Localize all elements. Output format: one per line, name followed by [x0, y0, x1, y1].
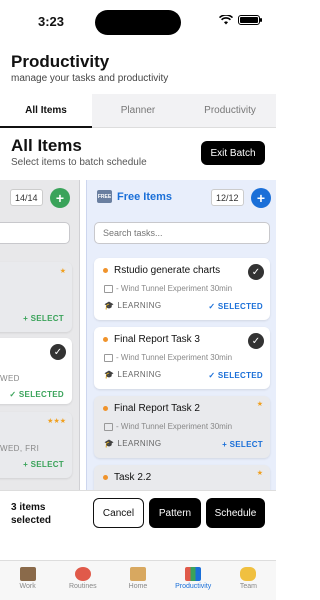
- house-icon: [130, 567, 146, 581]
- selected-status[interactable]: ✓ SELECTED: [9, 390, 64, 399]
- task-tag: 🎓 LEARNING: [104, 370, 161, 379]
- task-card[interactable]: Final Report Task 2 ★ - Wind Tunnel Expe…: [94, 396, 270, 458]
- task-detail: - Wind Tunnel Experiment 30min: [104, 284, 232, 293]
- task-detail: - Wind Tunnel Experiment 30min: [104, 353, 232, 362]
- bottom-tab-bar: Work Routines Home Productivity Team: [0, 560, 276, 600]
- tab-home[interactable]: Home: [110, 561, 165, 600]
- note-icon: [104, 353, 113, 362]
- left-card-2[interactable]: ✓ WED ✓ SELECTED: [0, 338, 72, 404]
- card-days: WED: [0, 374, 20, 383]
- schedule-button[interactable]: Schedule: [206, 498, 265, 528]
- priority-stars: ★: [256, 401, 263, 408]
- left-card-3[interactable]: ★★★ WED, FRI + SELECT: [0, 412, 72, 478]
- pattern-button[interactable]: Pattern: [149, 498, 201, 528]
- wifi-icon: [219, 15, 233, 25]
- left-card-1[interactable]: ★ + SELECT: [0, 262, 72, 332]
- section-subtitle: Select items to batch schedule: [11, 157, 147, 168]
- handshake-icon: [240, 567, 257, 581]
- cancel-button[interactable]: Cancel: [93, 498, 144, 528]
- checkmark-icon: ✓: [248, 264, 264, 280]
- tab-team[interactable]: Team: [221, 561, 276, 600]
- priority-stars: ★: [59, 268, 66, 275]
- priority-dot: [103, 337, 108, 342]
- briefcase-icon: [19, 567, 36, 581]
- task-tag: 🎓 LEARNING: [104, 439, 161, 448]
- checkmark-icon: ✓: [50, 344, 66, 360]
- free-add-button[interactable]: +: [251, 188, 271, 208]
- note-icon: [104, 284, 113, 293]
- left-count-badge: 14/14: [10, 189, 43, 206]
- page-subtitle: manage your tasks and productivity: [11, 73, 169, 84]
- task-card[interactable]: Task 2.2 ★: [94, 465, 270, 490]
- task-detail: - Wind Tunnel Experiment 30min: [104, 422, 232, 431]
- task-title: Task 2.2: [114, 472, 152, 483]
- bar-chart-icon: [185, 567, 202, 581]
- page-title: Productivity: [11, 52, 110, 71]
- section-title: All Items: [11, 136, 82, 155]
- battery-icon: [238, 15, 262, 25]
- left-add-button[interactable]: +: [50, 188, 70, 208]
- selected-status[interactable]: ✓ SELECTED: [208, 302, 263, 311]
- priority-dot: [103, 268, 108, 273]
- top-tabs: All Items Planner Productivity: [0, 94, 276, 128]
- search-input[interactable]: [94, 222, 270, 244]
- priority-stars: ★★★: [47, 418, 66, 425]
- priority-dot: [103, 475, 108, 480]
- task-tag-text: LEARNING: [117, 370, 162, 379]
- batch-action-bar: 3 items selected Cancel Pattern Schedule: [0, 490, 276, 542]
- task-title: Final Report Task 2: [114, 403, 200, 414]
- tab-label: Home: [128, 583, 148, 590]
- status-icons: [219, 15, 262, 25]
- graduation-cap-icon: 🎓: [104, 370, 115, 379]
- free-items-header: FREE Free Items 12/12 +: [87, 180, 276, 214]
- priority-dot: [103, 406, 108, 411]
- tab-productivity-nav[interactable]: Productivity: [166, 561, 221, 600]
- dynamic-island: [95, 10, 181, 35]
- free-items-title: Free Items: [117, 191, 173, 203]
- card-days: WED, FRI: [0, 444, 40, 453]
- left-search-input[interactable]: [0, 222, 70, 244]
- task-detail-text: - Wind Tunnel Experiment 30min: [116, 422, 233, 431]
- task-tag: 🎓 LEARNING: [104, 301, 161, 310]
- left-column-header: 14/14 +: [0, 180, 79, 214]
- select-status[interactable]: + SELECT: [23, 460, 64, 469]
- task-detail-text: - Wind Tunnel Experiment 30min: [116, 353, 233, 362]
- left-column: 14/14 + ★ + SELECT ✓ WED ✓ SELECTED ★★★ …: [0, 180, 80, 490]
- priority-stars: ★: [256, 470, 263, 477]
- tab-label: Productivity: [175, 583, 212, 590]
- status-bar: 3:23: [0, 0, 276, 44]
- selected-status[interactable]: ✓ SELECTED: [208, 371, 263, 380]
- graduation-cap-icon: 🎓: [104, 439, 115, 448]
- checkmark-icon: ✓: [248, 333, 264, 349]
- exit-batch-button[interactable]: Exit Batch: [201, 141, 265, 165]
- note-icon: [104, 422, 113, 431]
- free-count-badge: 12/12: [211, 189, 244, 206]
- task-title: Final Report Task 3: [114, 334, 200, 345]
- task-card[interactable]: Final Report Task 3 ✓ - Wind Tunnel Expe…: [94, 327, 270, 389]
- graduation-cap-icon: 🎓: [104, 301, 115, 310]
- task-card[interactable]: Rstudio generate charts ✓ - Wind Tunnel …: [94, 258, 270, 320]
- status-time: 3:23: [38, 14, 65, 29]
- select-status[interactable]: + SELECT: [23, 314, 64, 323]
- task-detail-text: - Wind Tunnel Experiment 30min: [116, 284, 233, 293]
- alarm-clock-icon: [74, 567, 91, 581]
- tab-planner[interactable]: Planner: [92, 94, 184, 127]
- free-tag-icon: FREE: [97, 190, 112, 203]
- tab-routines[interactable]: Routines: [55, 561, 110, 600]
- free-items-column: FREE Free Items 12/12 + Rstudio generate…: [86, 180, 276, 490]
- selected-count: 3 items selected: [11, 502, 52, 526]
- tab-productivity[interactable]: Productivity: [184, 94, 276, 127]
- tab-label: Team: [239, 583, 257, 590]
- task-title: Rstudio generate charts: [114, 265, 221, 276]
- tab-label: Routines: [68, 583, 97, 590]
- tab-all-items[interactable]: All Items: [0, 94, 92, 128]
- tab-label: Work: [19, 583, 36, 590]
- tab-work[interactable]: Work: [0, 561, 55, 600]
- task-tag-text: LEARNING: [117, 439, 162, 448]
- select-status[interactable]: + SELECT: [222, 440, 263, 449]
- task-tag-text: LEARNING: [117, 301, 162, 310]
